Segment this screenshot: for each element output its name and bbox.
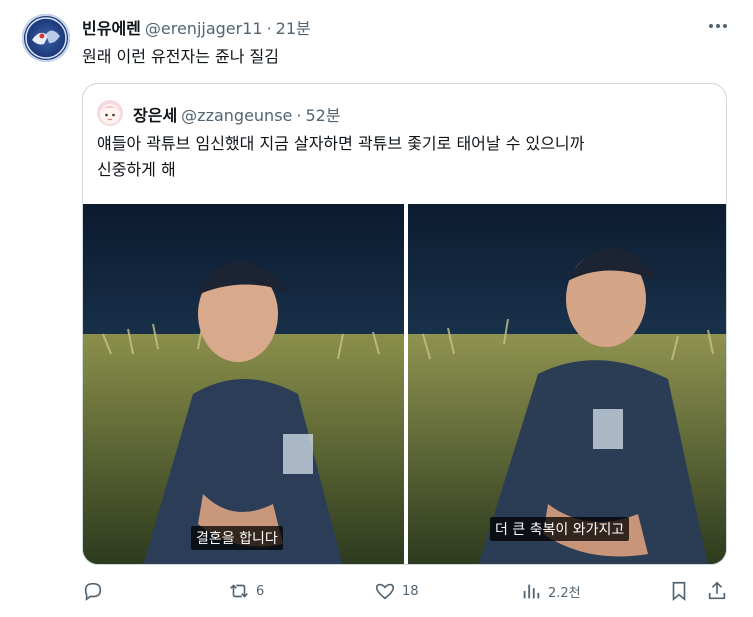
author-avatar[interactable] [22, 14, 70, 62]
author-handle[interactable]: @erenjjager11 [145, 19, 263, 38]
views-button[interactable]: 2.2천 [520, 580, 581, 602]
quote-author-avatar[interactable] [97, 100, 123, 126]
more-horizontal-icon[interactable] [706, 18, 730, 34]
share-button[interactable] [706, 580, 728, 602]
reply-icon [84, 582, 102, 601]
quote-header: 장은세 @zzangeunse · 52분 [133, 102, 341, 126]
tweet-time[interactable]: 21분 [276, 15, 311, 39]
media-image-2[interactable]: 더 큰 축복이 와가지고 [408, 204, 726, 564]
quote-text-line: 신중하게 해 [97, 160, 176, 179]
retweet-icon [230, 584, 248, 598]
separator-dot: · [266, 19, 272, 38]
tweet-action-bar: 6 18 2.2천 [82, 580, 732, 610]
quote-media: 결혼을 합니다 더 큰 축복이 와가지고 [83, 204, 726, 564]
views-icon [523, 584, 540, 599]
like-count: 18 [402, 583, 419, 599]
avatar-emblem-icon [25, 17, 67, 59]
author-name[interactable]: 빈유에렌 [82, 15, 141, 39]
video-caption: 결혼을 합니다 [191, 526, 283, 550]
video-still-image [83, 204, 404, 564]
share-icon [708, 581, 726, 600]
quote-text-line: 얘들아 곽튜브 임신했대 지금 살자하면 곽튜브 좇기로 태어날 수 있으니까 [97, 134, 585, 153]
video-caption: 더 큰 축복이 와가지고 [490, 517, 630, 541]
heart-icon [375, 583, 395, 600]
retweet-button[interactable]: 6 [228, 580, 264, 602]
views-count: 2.2천 [548, 585, 581, 601]
quote-avatar-face-icon [100, 104, 120, 124]
video-still-image [408, 204, 726, 564]
quote-separator-dot: · [296, 106, 302, 125]
quoted-tweet[interactable]: 장은세 @zzangeunse · 52분 얘들아 곽튜브 임신했대 지금 살자… [82, 83, 727, 565]
media-image-1[interactable]: 결혼을 합니다 [83, 204, 404, 564]
like-button[interactable]: 18 [374, 580, 419, 602]
quote-author-handle[interactable]: @zzangeunse [181, 106, 292, 125]
bookmark-icon [672, 581, 686, 602]
quote-author-name[interactable]: 장은세 [133, 102, 177, 126]
tweet-header: 빈유에렌 @erenjjager11 · 21분 [82, 15, 311, 39]
reply-button[interactable] [82, 580, 110, 602]
bookmark-button[interactable] [668, 580, 690, 602]
tweet-text: 원래 이런 유전자는 쥰나 질김 [82, 47, 279, 66]
quote-time[interactable]: 52분 [305, 102, 340, 126]
quote-text: 얘들아 곽튜브 임신했대 지금 살자하면 곽튜브 좇기로 태어날 수 있으니까 … [97, 131, 709, 183]
retweet-count: 6 [256, 583, 265, 599]
